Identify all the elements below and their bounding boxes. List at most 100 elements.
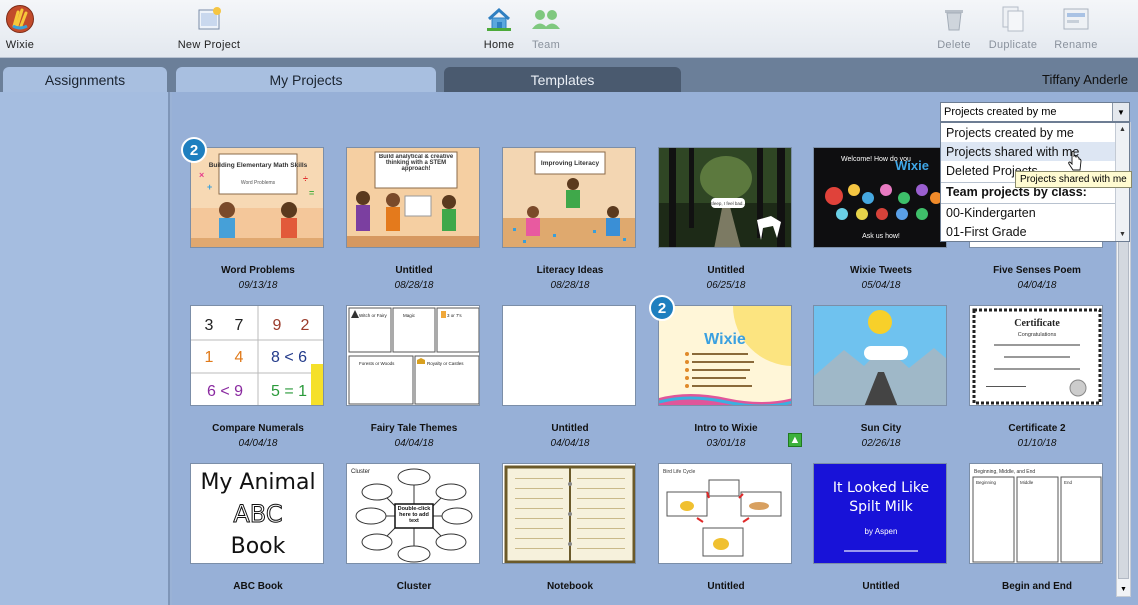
project-title[interactable]: Literacy Ideas bbox=[482, 265, 658, 276]
project-thumbnail[interactable]: Welcome! How do you Wixie Ask us how! bbox=[813, 147, 947, 248]
comment-count-badge: 2 bbox=[181, 137, 207, 163]
project-date: 08/28/18 bbox=[550, 280, 590, 291]
tab-bar: Assignments My Projects Templates Tiffan… bbox=[0, 58, 1138, 92]
project-date: 04/04/18 bbox=[238, 438, 278, 449]
project-thumbnail[interactable]: Sleep, I feel bad... bbox=[658, 147, 792, 248]
thumb-title: Build analytical & creative thinking wit… bbox=[378, 154, 454, 172]
project-date: 01/10/18 bbox=[1017, 438, 1057, 449]
scroll-down-arrow-icon[interactable]: ▼ bbox=[1117, 582, 1130, 596]
scroll-down-arrow-icon[interactable]: ▼ bbox=[1116, 228, 1129, 241]
project-thumbnail[interactable]: Build analytical & creative thinking wit… bbox=[346, 147, 480, 248]
project-title[interactable]: Untitled bbox=[638, 265, 814, 276]
project-thumbnail[interactable] bbox=[813, 305, 947, 406]
menu-item-first-grade[interactable]: 01-First Grade bbox=[941, 222, 1116, 241]
svg-text:7: 7 bbox=[235, 317, 244, 334]
wixie-button[interactable]: Wixie bbox=[2, 4, 38, 56]
project-title[interactable]: Fairy Tale Themes bbox=[326, 423, 502, 434]
project-title[interactable]: ABC Book bbox=[170, 581, 346, 592]
svg-text:×: × bbox=[199, 170, 204, 180]
project-title[interactable]: Cluster bbox=[326, 581, 502, 592]
thumb-title: Building Elementary Math Skills bbox=[209, 162, 308, 169]
thumb-brand: Wixie bbox=[895, 158, 929, 173]
toolbar: Wixie New Project Home Team Delete Dupli… bbox=[0, 0, 1138, 58]
project-thumbnail[interactable]: Beginning, Middle, and End Beginning Mid… bbox=[969, 463, 1103, 564]
home-button[interactable]: Home bbox=[482, 4, 516, 56]
thumb-title: Sleep, I feel bad... bbox=[710, 201, 746, 206]
duplicate-button[interactable]: Duplicate bbox=[986, 4, 1040, 56]
project-thumbnail[interactable]: 3 7 9 2 1 4 8 < 6 6 < 9 5 = 1 bbox=[190, 305, 324, 406]
menu-item-created-by-me[interactable]: Projects created by me bbox=[941, 123, 1116, 142]
new-project-label: New Project bbox=[177, 39, 241, 51]
scroll-up-arrow-icon[interactable]: ▲ bbox=[1116, 123, 1129, 136]
project-thumbnail[interactable]: It Looked Like Spilt Milk by Aspen bbox=[813, 463, 947, 564]
project-thumbnail[interactable]: Witch or Fairy Magic 3 or 7's Forests or… bbox=[346, 305, 480, 406]
project-title[interactable]: Certificate 2 bbox=[949, 423, 1125, 434]
project-date: 04/04/18 bbox=[394, 438, 434, 449]
thumb-title: Certificate bbox=[1014, 318, 1060, 329]
project-thumbnail[interactable]: My Animal ABC Book bbox=[190, 463, 324, 564]
thumb-cell: Magic bbox=[403, 313, 416, 318]
menu-item-shared-with-me[interactable]: Projects shared with me bbox=[941, 142, 1116, 161]
svg-text:÷: ÷ bbox=[303, 174, 308, 184]
thumb-brand: Wixie bbox=[704, 331, 746, 348]
new-project-button[interactable]: New Project bbox=[176, 4, 242, 56]
project-thumbnail[interactable] bbox=[502, 463, 636, 564]
thumb-subtitle: Double-click here to add text bbox=[397, 506, 431, 524]
project-title[interactable]: Untitled bbox=[482, 423, 658, 434]
project-title[interactable]: Untitled bbox=[638, 581, 814, 592]
chevron-down-icon[interactable]: ▼ bbox=[1112, 103, 1129, 121]
thumb-line: It Looked Like bbox=[833, 480, 929, 496]
thumb-cell: End bbox=[1064, 480, 1073, 485]
project-thumbnail[interactable] bbox=[502, 305, 636, 406]
delete-label: Delete bbox=[937, 39, 971, 51]
thumb-line: Spilt Milk bbox=[849, 499, 913, 515]
thumb-title: Cluster bbox=[351, 469, 370, 475]
tab-assignments-label: Assignments bbox=[44, 71, 126, 88]
tab-assignments[interactable]: Assignments bbox=[3, 67, 167, 92]
project-title[interactable]: Five Senses Poem bbox=[949, 265, 1125, 276]
project-thumbnail[interactable]: Cluster Double-click here to add text bbox=[346, 463, 480, 564]
project-title[interactable]: Begin and End bbox=[949, 581, 1125, 592]
thumb-title: Bird Life Cycle bbox=[663, 469, 695, 475]
project-date: 02/26/18 bbox=[861, 438, 901, 449]
project-date: 08/28/18 bbox=[394, 280, 434, 291]
duplicate-icon bbox=[998, 4, 1028, 34]
project-title[interactable]: Compare Numerals bbox=[170, 423, 346, 434]
project-title[interactable]: Word Problems bbox=[170, 265, 346, 276]
thumb-subtitle: Ask us how! bbox=[862, 233, 900, 240]
project-filter-select[interactable]: Projects created by me ▼ bbox=[940, 102, 1130, 122]
tab-templates-label: Templates bbox=[530, 71, 595, 88]
project-title[interactable]: Untitled bbox=[793, 581, 969, 592]
thumb-line: My Animal bbox=[200, 470, 315, 495]
project-title[interactable]: Sun City bbox=[793, 423, 969, 434]
project-thumbnail[interactable]: Certificate Congratulations bbox=[969, 305, 1103, 406]
project-thumbnail[interactable]: Wixie bbox=[658, 305, 792, 406]
svg-text:8 < 6: 8 < 6 bbox=[271, 349, 307, 366]
tab-templates[interactable]: Templates bbox=[444, 67, 681, 92]
project-date: 09/13/18 bbox=[238, 280, 278, 291]
rename-button[interactable]: Rename bbox=[1052, 4, 1100, 56]
tab-my-projects[interactable]: My Projects bbox=[176, 67, 436, 92]
home-icon bbox=[484, 4, 514, 34]
new-document-icon bbox=[194, 4, 224, 34]
project-filter-value: Projects created by me bbox=[944, 106, 1057, 118]
project-title[interactable]: Untitled bbox=[326, 265, 502, 276]
delete-button[interactable]: Delete bbox=[936, 4, 972, 56]
thumb-subtitle: Congratulations bbox=[1018, 332, 1057, 338]
thumb-cell: 3 or 7's bbox=[447, 313, 462, 318]
svg-text:+: + bbox=[207, 182, 212, 192]
thumb-line: by Aspen bbox=[865, 527, 898, 536]
project-thumbnail[interactable]: Building Elementary Math Skills Word Pro… bbox=[190, 147, 324, 248]
team-button[interactable]: Team bbox=[530, 4, 562, 56]
project-title[interactable]: Wixie Tweets bbox=[793, 265, 969, 276]
wixie-label: Wixie bbox=[5, 39, 35, 51]
svg-text:9: 9 bbox=[273, 317, 282, 334]
project-date: 04/04/18 bbox=[1017, 280, 1057, 291]
svg-text:5 = 1: 5 = 1 bbox=[271, 383, 307, 400]
thumb-cell: Witch or Fairy bbox=[359, 313, 388, 318]
menu-item-kindergarten[interactable]: 00-Kindergarten bbox=[941, 203, 1116, 222]
project-title[interactable]: Notebook bbox=[482, 581, 658, 592]
svg-text:2: 2 bbox=[301, 317, 310, 334]
project-thumbnail[interactable]: Improving Literacy bbox=[502, 147, 636, 248]
project-thumbnail[interactable]: Bird Life Cycle bbox=[658, 463, 792, 564]
